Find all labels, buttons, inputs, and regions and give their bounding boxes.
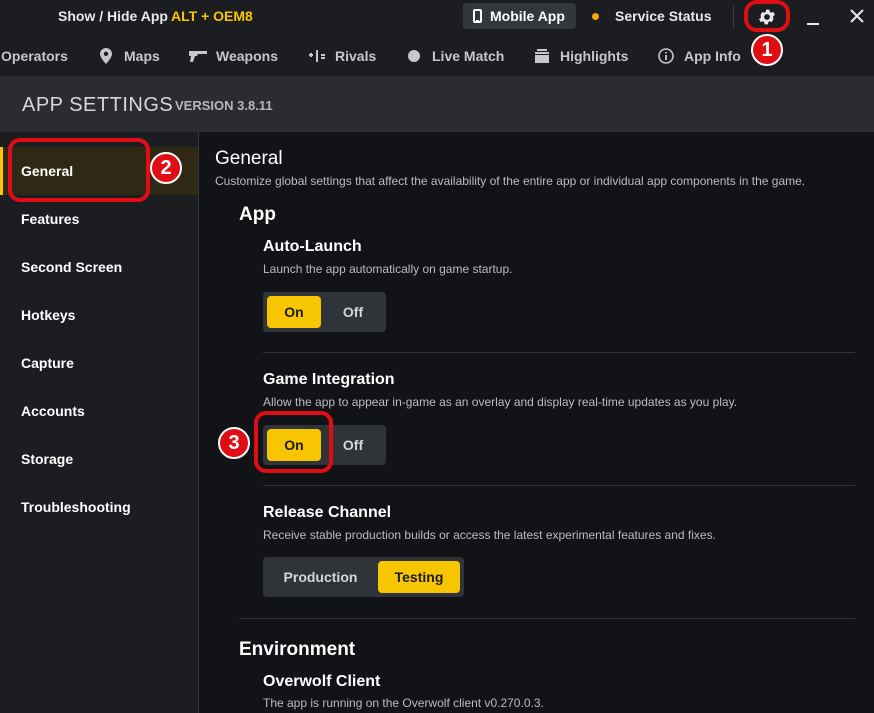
minimize-icon [807, 23, 819, 25]
sidebar-item-capture[interactable]: Capture [0, 339, 198, 387]
setting-divider [263, 352, 855, 353]
mobile-app-label: Mobile App [490, 8, 565, 24]
settings-content: General Customize global settings that a… [199, 132, 874, 713]
group-divider [239, 618, 855, 619]
gun-icon [189, 47, 207, 65]
show-hide-hotkey-value: ALT + OEM8 [171, 8, 253, 24]
game-integration-on-option[interactable]: On [267, 429, 321, 461]
nav-item-weapons[interactable]: Weapons [189, 46, 278, 66]
release-channel-title: Release Channel [263, 504, 392, 521]
section-description: Customize global settings that affect th… [215, 174, 806, 188]
nav-item-maps[interactable]: Maps [97, 46, 160, 66]
nav-label: Rivals [335, 48, 377, 64]
sidebar-item-accounts[interactable]: Accounts [0, 387, 198, 435]
gear-icon [759, 9, 775, 25]
page-title: APP SETTINGS [22, 94, 174, 116]
game-integration-off-option[interactable]: Off [325, 429, 381, 461]
settings-button[interactable] [752, 2, 782, 32]
auto-launch-on-option[interactable]: On [267, 296, 321, 328]
sidebar-item-label: General [21, 163, 74, 179]
status-dot-icon [592, 12, 599, 20]
divider [733, 6, 734, 28]
mobile-app-button[interactable]: Mobile App [463, 3, 576, 29]
sidebar-item-hotkeys[interactable]: Hotkeys [0, 291, 198, 339]
step-badge-3: 3 [218, 427, 250, 459]
sidebar-item-label: Accounts [21, 403, 85, 419]
auto-launch-title: Auto-Launch [263, 238, 362, 255]
step-badge-2: 2 [150, 152, 182, 184]
sidebar-item-label: Features [21, 211, 80, 227]
nav-label: Maps [124, 48, 160, 64]
settings-sidebar: General Features Second Screen Hotkeys C… [0, 132, 198, 713]
release-channel-toggle: Production Testing [263, 557, 464, 597]
service-status-label: Service Status [615, 8, 712, 24]
nav-label: Weapons [216, 48, 278, 64]
sidebar-item-storage[interactable]: Storage [0, 435, 198, 483]
release-channel-description: Receive stable production builds or acce… [263, 528, 716, 542]
info-icon [657, 47, 675, 65]
map-pin-icon [97, 47, 115, 65]
minimize-button[interactable] [802, 4, 824, 30]
close-icon [850, 9, 864, 23]
film-icon [533, 47, 551, 65]
sidebar-item-label: Capture [21, 355, 74, 371]
sidebar-item-label: Second Screen [21, 259, 123, 275]
sidebar-item-troubleshooting[interactable]: Troubleshooting [0, 483, 198, 531]
show-hide-hotkey-label: Show / Hide App [58, 8, 168, 24]
sidebar-item-label: Hotkeys [21, 307, 76, 323]
game-integration-toggle: On Off [263, 425, 386, 465]
overwolf-client-description: The app is running on the Overwolf clien… [263, 696, 544, 710]
versus-icon [308, 47, 326, 65]
nav-label: Live Match [432, 48, 505, 64]
nav-item-highlights[interactable]: Highlights [533, 46, 628, 66]
nav-label: Operators [1, 48, 68, 64]
section-title: General [215, 148, 283, 169]
auto-launch-off-option[interactable]: Off [325, 296, 381, 328]
title-bar: Show / Hide App ALT + OEM8 Mobile App Se… [0, 0, 874, 34]
setting-divider [263, 485, 855, 486]
service-status-button[interactable]: Service Status [592, 6, 712, 26]
close-button[interactable] [846, 5, 868, 27]
game-integration-description: Allow the app to appear in-game as an ov… [263, 395, 738, 409]
phone-icon [473, 9, 482, 23]
nav-label: App Info [684, 48, 741, 64]
nav-item-app-info[interactable]: App Info [657, 46, 741, 66]
main-nav: Operators Maps Weapons Rivals Live Match… [0, 34, 874, 76]
step-badge-1: 1 [751, 34, 783, 66]
sidebar-item-second-screen[interactable]: Second Screen [0, 243, 198, 291]
environment-group-title: Environment [239, 639, 356, 660]
auto-launch-description: Launch the app automatically on game sta… [263, 262, 513, 276]
auto-launch-toggle: On Off [263, 292, 386, 332]
live-dot-icon [405, 47, 423, 65]
nav-item-operators[interactable]: Operators [1, 46, 68, 66]
settings-header: APP SETTINGS VERSION 3.8.11 [0, 76, 874, 132]
sidebar-item-features[interactable]: Features [0, 195, 198, 243]
sidebar-item-label: Troubleshooting [21, 499, 131, 515]
sidebar-item-label: Storage [21, 451, 74, 467]
app-group-title: App [239, 204, 276, 225]
version-label: VERSION 3.8.11 [175, 98, 273, 113]
nav-label: Highlights [560, 48, 629, 64]
overwolf-client-title: Overwolf Client [263, 673, 381, 690]
game-integration-title: Game Integration [263, 371, 395, 388]
nav-item-live-match[interactable]: Live Match [405, 46, 504, 66]
release-channel-testing-option[interactable]: Testing [378, 561, 460, 593]
release-channel-production-option[interactable]: Production [267, 561, 374, 593]
nav-item-rivals[interactable]: Rivals [308, 46, 376, 66]
